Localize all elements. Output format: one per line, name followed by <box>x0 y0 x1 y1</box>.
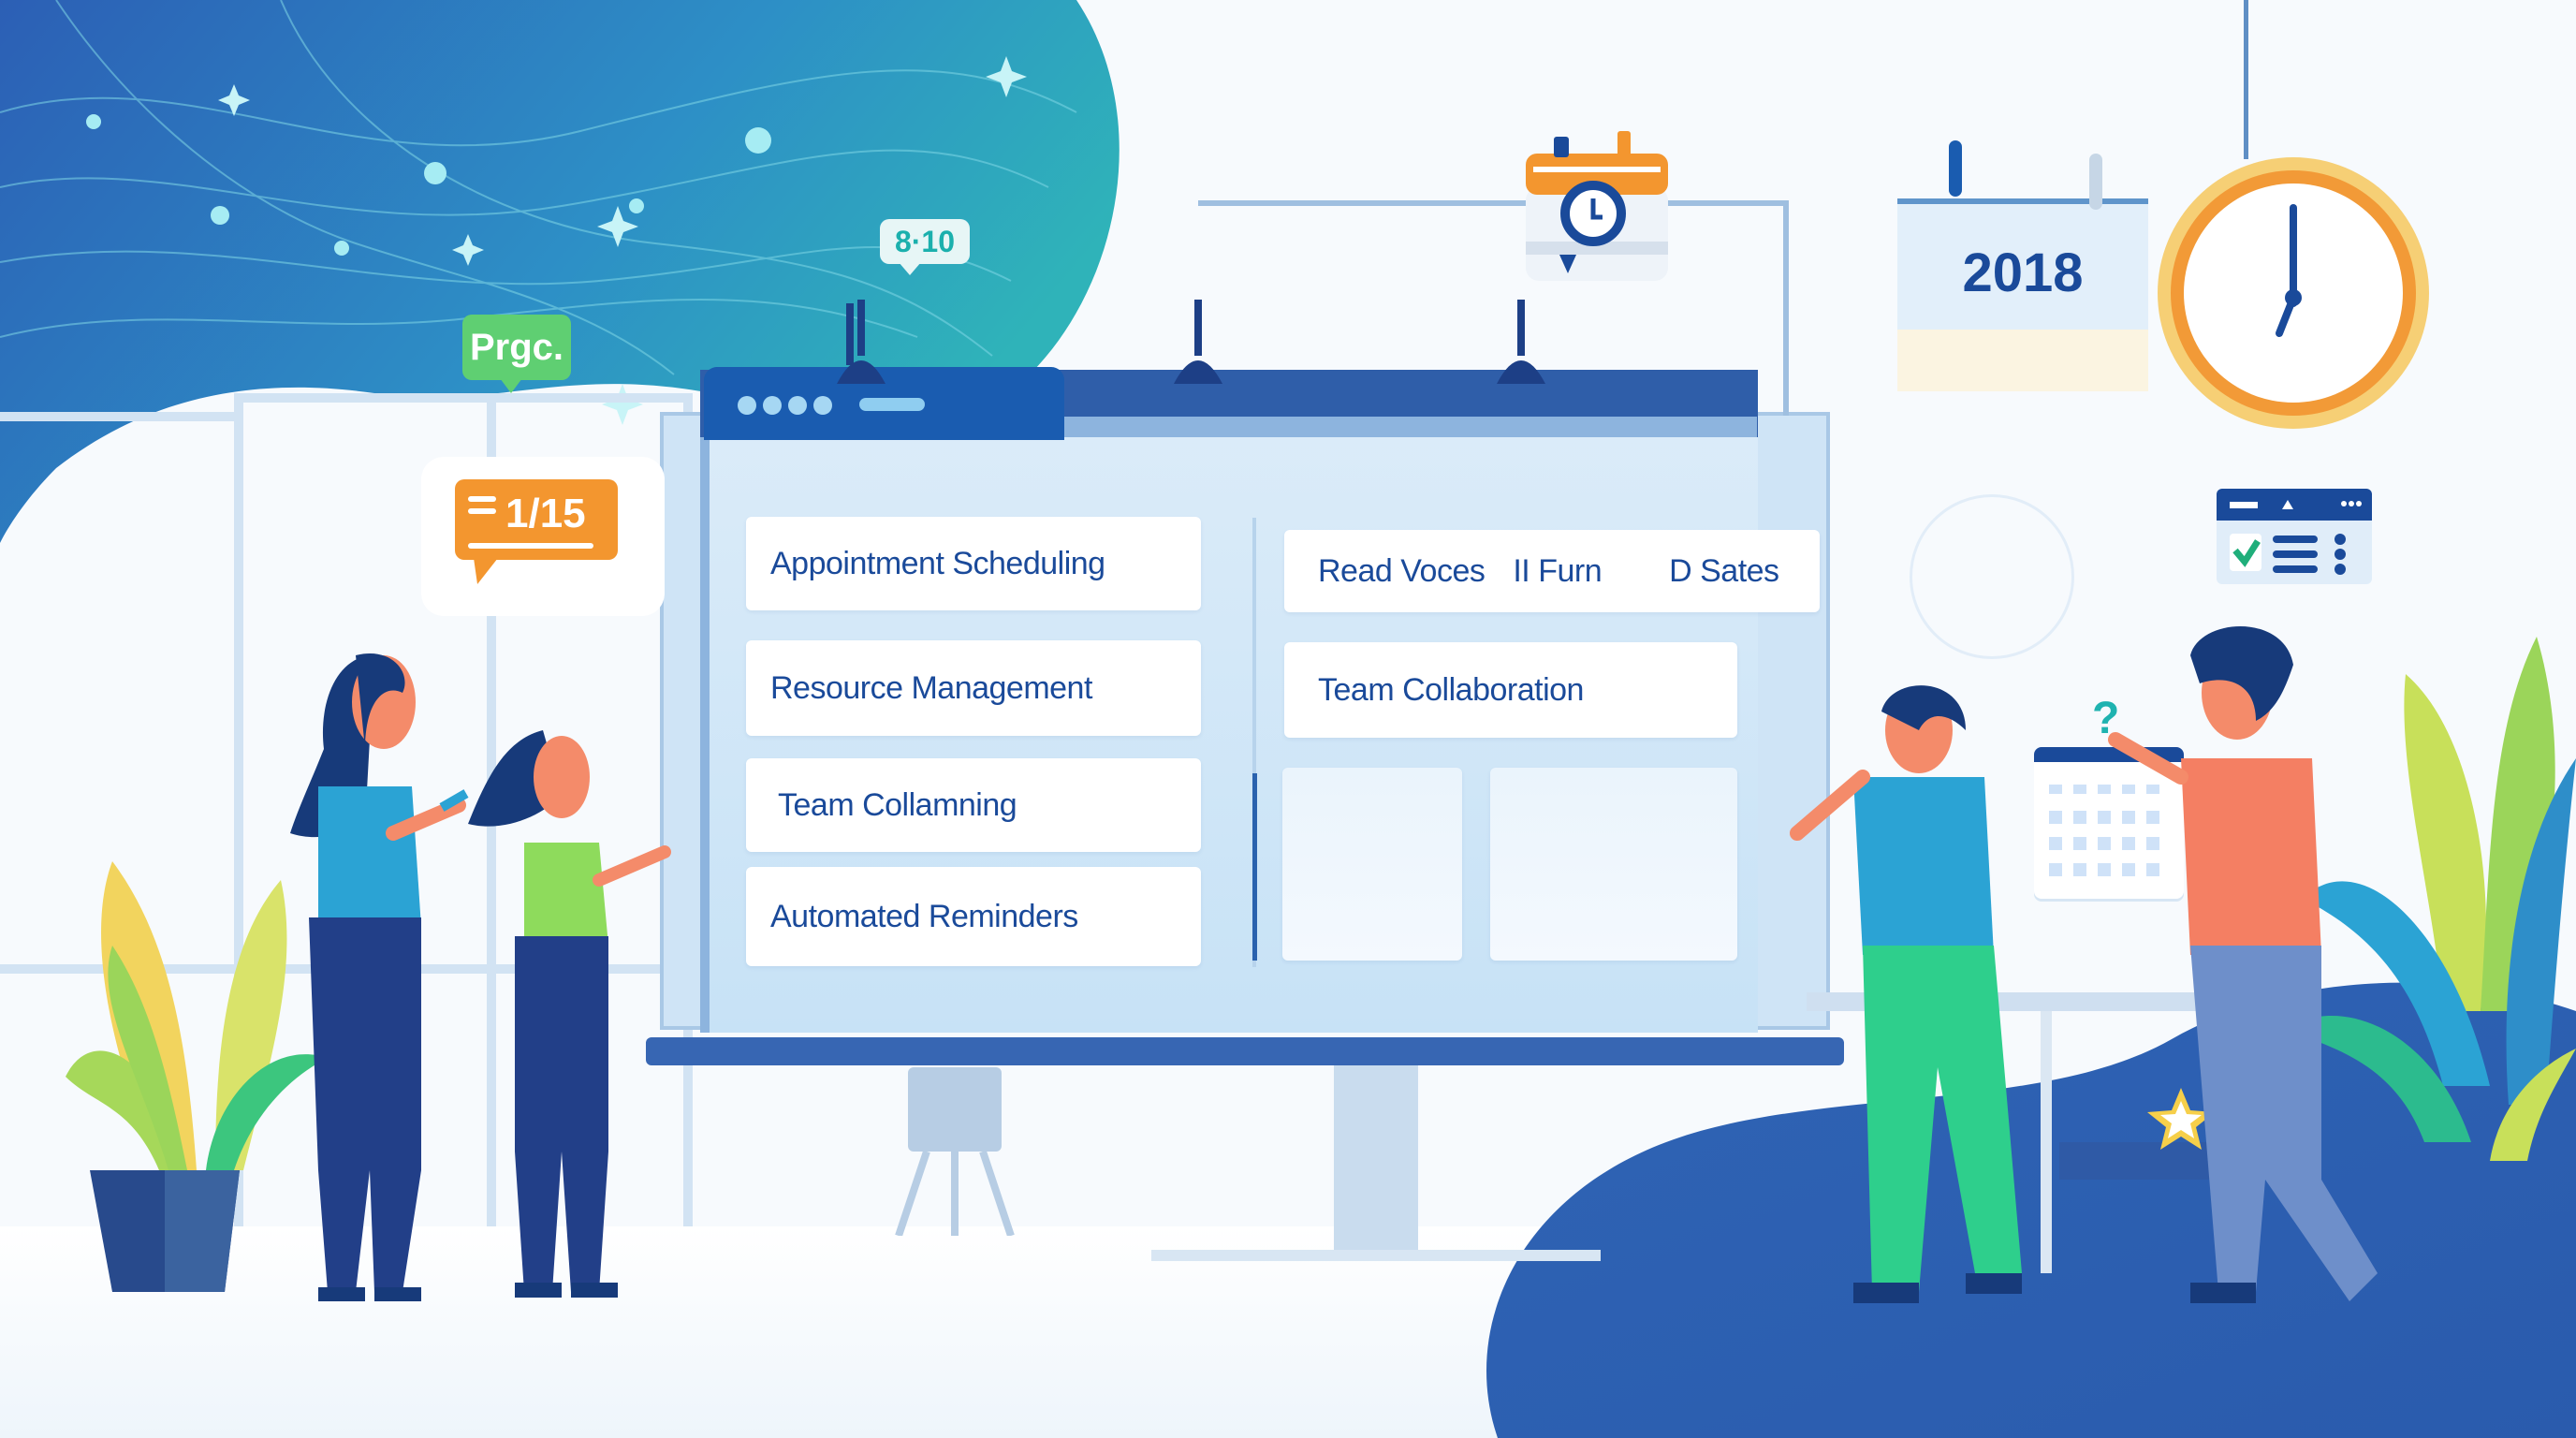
calendar-ring <box>2089 154 2102 210</box>
pendant-lamp <box>1174 300 1222 384</box>
address-bar[interactable] <box>859 398 925 411</box>
lamp-wire <box>1198 200 1788 206</box>
progress-badge: Prgc. <box>462 315 571 393</box>
lamp-wire <box>1783 200 1789 416</box>
wall-calendar-2018: 2018 <box>1897 198 2148 391</box>
empty-card <box>1490 768 1737 961</box>
calendar-ring <box>1949 140 1962 197</box>
header-item-furn[interactable]: II Furn <box>1513 553 1602 590</box>
person-woman-blue-shirt <box>290 653 469 1301</box>
header-item-read-voces[interactable]: Read Voces <box>1318 553 1486 590</box>
bubble-tail <box>474 558 498 584</box>
person-woman-green-shirt <box>468 730 671 1298</box>
pendant-lamp <box>837 300 886 384</box>
calendar-bottom <box>1897 330 2148 391</box>
window-control-dot[interactable] <box>788 396 807 415</box>
time-badge: 8·10 <box>880 219 970 275</box>
checklist-window-icon <box>2217 489 2372 584</box>
app-toolbar <box>1064 417 1757 437</box>
progress-badge-text: Prgc. <box>469 326 564 368</box>
date-message-card: 1/15 <box>455 479 618 584</box>
header-item-d-sates[interactable]: D Sates <box>1669 553 1779 590</box>
menu-item-label: Resource Management <box>770 669 1092 706</box>
camera-clock-icon <box>1526 131 1668 281</box>
header-row: Read Voces II Furn D Sates <box>1284 530 1820 612</box>
clock-string <box>2244 0 2248 159</box>
card-team-collaboration[interactable]: Team Collaboration <box>1284 642 1737 738</box>
person-man-orange-shirt <box>2108 625 2378 1303</box>
menu-item-label: Appointment Scheduling <box>770 545 1105 581</box>
window-control-dot[interactable] <box>738 396 756 415</box>
menu-item-label: Team Collamning <box>778 786 1017 823</box>
monitor-base <box>646 1037 1844 1065</box>
window-control-dot[interactable] <box>813 396 832 415</box>
menu-item-label: Automated Reminders <box>770 898 1078 934</box>
underline <box>468 543 593 549</box>
menu-item-appointment-scheduling[interactable]: Appointment Scheduling <box>746 517 1201 610</box>
wall-clock-icon <box>2158 157 2429 429</box>
lamp-rod <box>846 303 854 365</box>
clock-hands <box>2276 204 2302 337</box>
empty-card <box>1282 768 1462 961</box>
calendar-bar <box>1897 198 2148 204</box>
time-badge-text: 8·10 <box>894 224 956 258</box>
person-man-blue-shirt <box>1790 685 2022 1303</box>
window-control-dot[interactable] <box>763 396 782 415</box>
monitor-foot <box>1151 1250 1601 1261</box>
card-label: Team Collaboration <box>1318 671 1584 708</box>
chair <box>895 1067 1015 1236</box>
scrollbar-thumb[interactable] <box>1252 773 1257 961</box>
menu-item-team-collamning[interactable]: Team Collamning <box>746 758 1201 852</box>
monitor-stand <box>1334 1065 1418 1253</box>
calendar-year: 2018 <box>1962 242 2084 303</box>
decorative-circle <box>1910 494 2074 659</box>
menu-item-automated-reminders[interactable]: Automated Reminders <box>746 867 1201 966</box>
pendant-lamp <box>1497 300 1545 384</box>
menu-item-resource-management[interactable]: Resource Management <box>746 640 1201 736</box>
list-lines-icon <box>468 496 496 521</box>
date-text: 1/15 <box>505 491 586 536</box>
desk-leg <box>2041 1011 2052 1273</box>
